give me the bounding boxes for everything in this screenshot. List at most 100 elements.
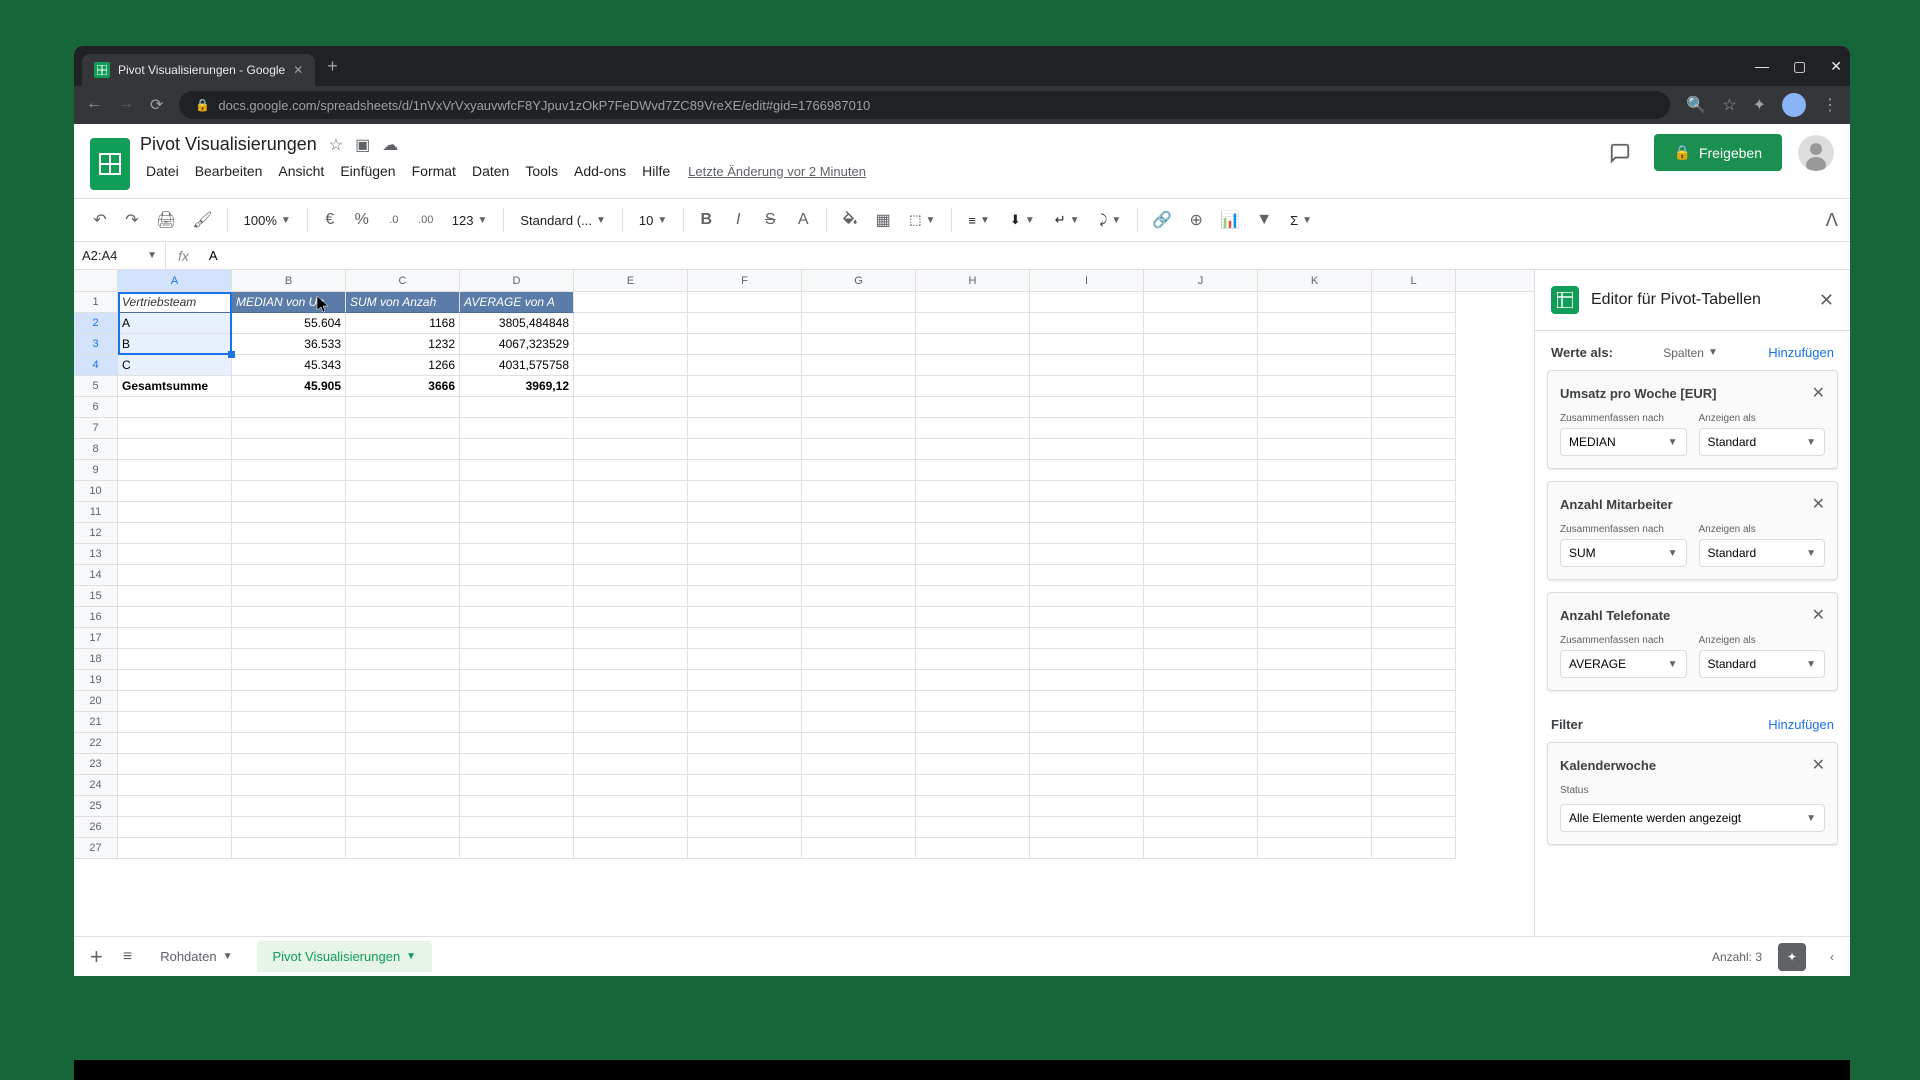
cell[interactable] — [1030, 418, 1144, 439]
cell[interactable] — [460, 817, 574, 838]
cell[interactable] — [1030, 754, 1144, 775]
cell[interactable] — [688, 649, 802, 670]
row-header[interactable]: 12 — [74, 523, 118, 544]
cell[interactable] — [1258, 796, 1372, 817]
cell[interactable] — [1372, 628, 1456, 649]
cell[interactable] — [916, 481, 1030, 502]
wrap-select[interactable]: ↵▼ — [1047, 208, 1088, 232]
cell[interactable] — [346, 775, 460, 796]
font-size-select[interactable]: 10▼ — [631, 209, 675, 232]
cell[interactable] — [1258, 292, 1372, 313]
cell[interactable] — [118, 523, 232, 544]
cell[interactable] — [1258, 733, 1372, 754]
cell[interactable] — [1144, 397, 1258, 418]
row-header[interactable]: 26 — [74, 817, 118, 838]
cell[interactable] — [1030, 502, 1144, 523]
col-header-l[interactable]: L — [1372, 270, 1456, 291]
cell[interactable] — [916, 733, 1030, 754]
cell[interactable] — [460, 460, 574, 481]
cell[interactable] — [460, 481, 574, 502]
cell[interactable] — [1144, 712, 1258, 733]
cell[interactable] — [916, 754, 1030, 775]
zoom-icon[interactable]: 🔍 — [1686, 95, 1706, 115]
cell[interactable] — [1372, 502, 1456, 523]
cell[interactable] — [574, 670, 688, 691]
cell[interactable] — [1030, 775, 1144, 796]
row-header[interactable]: 2 — [74, 313, 118, 334]
cell[interactable] — [916, 502, 1030, 523]
col-header-k[interactable]: K — [1258, 270, 1372, 291]
cell[interactable] — [346, 628, 460, 649]
values-mode-select[interactable]: Spalten ▼ — [1663, 346, 1718, 360]
cell[interactable] — [916, 817, 1030, 838]
forward-icon[interactable]: → — [118, 95, 134, 115]
menu-dots-icon[interactable]: ⋮ — [1822, 95, 1838, 115]
cell[interactable] — [688, 544, 802, 565]
doc-title[interactable]: Pivot Visualisierungen — [140, 134, 317, 155]
cell[interactable] — [688, 733, 802, 754]
cell[interactable] — [232, 691, 346, 712]
cell[interactable] — [1030, 817, 1144, 838]
cell[interactable] — [802, 481, 916, 502]
cell[interactable] — [802, 628, 916, 649]
cell[interactable] — [1372, 523, 1456, 544]
col-header-d[interactable]: D — [460, 270, 574, 291]
cell[interactable] — [1030, 355, 1144, 376]
cell[interactable] — [1144, 607, 1258, 628]
cell[interactable] — [802, 460, 916, 481]
cell[interactable] — [1258, 712, 1372, 733]
comments-icon[interactable] — [1602, 135, 1638, 171]
fill-handle[interactable] — [228, 351, 235, 358]
rotate-select[interactable]: ⤸▼ — [1092, 208, 1130, 232]
cell[interactable] — [688, 712, 802, 733]
cell[interactable] — [802, 565, 916, 586]
browser-tab[interactable]: Pivot Visualisierungen - Google ✕ — [82, 54, 315, 86]
cell[interactable] — [802, 418, 916, 439]
profile-avatar-small[interactable] — [1782, 93, 1806, 117]
cell[interactable] — [232, 502, 346, 523]
minimize-icon[interactable]: — — [1755, 58, 1769, 75]
cell[interactable] — [346, 754, 460, 775]
cell[interactable] — [574, 397, 688, 418]
cell[interactable] — [1030, 292, 1144, 313]
cell[interactable]: Vertriebsteam — [118, 292, 232, 313]
cell[interactable] — [1258, 607, 1372, 628]
cell[interactable] — [346, 397, 460, 418]
cell[interactable] — [1144, 523, 1258, 544]
fill-color-icon[interactable] — [835, 206, 865, 234]
cell[interactable] — [1030, 733, 1144, 754]
cell[interactable] — [1372, 586, 1456, 607]
cell[interactable] — [460, 775, 574, 796]
last-edit-link[interactable]: Letzte Änderung vor 2 Minuten — [688, 164, 866, 179]
cell[interactable] — [916, 439, 1030, 460]
cell[interactable] — [1258, 754, 1372, 775]
cell[interactable] — [802, 586, 916, 607]
cell[interactable] — [574, 418, 688, 439]
cell[interactable] — [118, 460, 232, 481]
row-header[interactable]: 5 — [74, 376, 118, 397]
cell[interactable] — [802, 712, 916, 733]
cell[interactable] — [1372, 292, 1456, 313]
cell[interactable] — [1144, 334, 1258, 355]
cell[interactable] — [916, 691, 1030, 712]
cell[interactable]: 45.343 — [232, 355, 346, 376]
cell[interactable] — [460, 544, 574, 565]
cell[interactable] — [460, 733, 574, 754]
font-family-select[interactable]: Standard (...▼ — [512, 209, 613, 232]
cell[interactable] — [1258, 313, 1372, 334]
cell[interactable] — [1030, 481, 1144, 502]
menu-help[interactable]: Hilfe — [636, 159, 676, 183]
cell[interactable] — [574, 439, 688, 460]
cell[interactable] — [1030, 796, 1144, 817]
grid-area[interactable]: ABCDEFGHIJKL 1VertriebsteamMEDIAN von Un… — [74, 270, 1534, 936]
cell[interactable] — [1144, 418, 1258, 439]
cell[interactable] — [1144, 313, 1258, 334]
cell[interactable] — [232, 775, 346, 796]
cell[interactable] — [1258, 628, 1372, 649]
cell[interactable] — [232, 817, 346, 838]
share-button[interactable]: 🔒 Freigeben — [1654, 134, 1782, 171]
cell[interactable]: 45.905 — [232, 376, 346, 397]
close-tab-icon[interactable]: ✕ — [293, 63, 303, 77]
cell[interactable] — [1144, 754, 1258, 775]
cell[interactable] — [688, 418, 802, 439]
